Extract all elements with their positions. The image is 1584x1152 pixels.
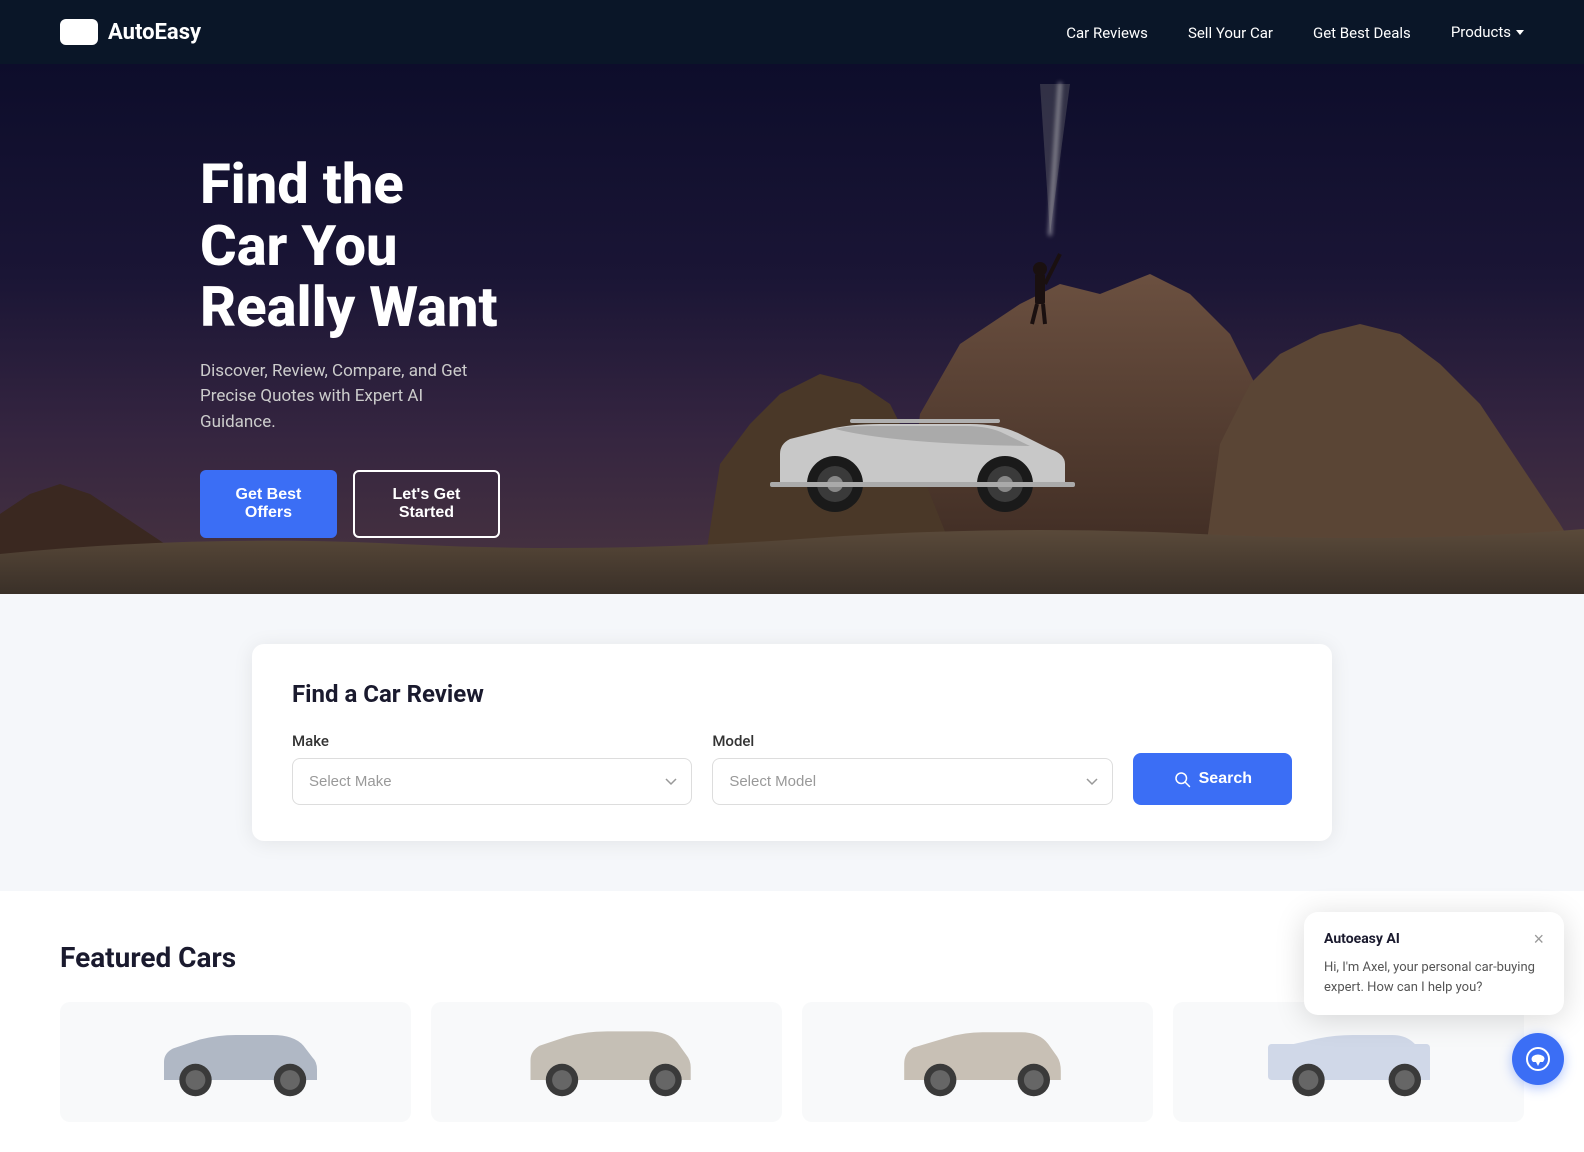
logo-icon	[60, 19, 98, 45]
car-thumbnail-1	[146, 1026, 326, 1098]
car-card-3[interactable]	[802, 1002, 1153, 1122]
navbar: AutoEasy Car Reviews Sell Your Car Get B…	[0, 0, 1584, 64]
chat-close-button[interactable]: ×	[1533, 930, 1544, 948]
get-best-offers-button[interactable]: Get Best Offers	[200, 470, 337, 538]
brand-logo[interactable]: AutoEasy	[60, 19, 201, 45]
chat-widget: Autoeasy AI × Hi, I'm Axel, your persona…	[1304, 912, 1564, 1015]
hero-subtitle: Discover, Review, Compare, and Get Preci…	[200, 359, 500, 436]
nav-links: Car Reviews Sell Your Car Get Best Deals…	[1066, 23, 1524, 42]
chat-message: Hi, I'm Axel, your personal car-buying e…	[1324, 958, 1544, 997]
hero-section: Find the Car You Really Want Discover, R…	[0, 64, 1584, 594]
hero-buttons: Get Best Offers Let's Get Started	[200, 470, 500, 538]
make-select[interactable]: Select Make Toyota Honda Ford BMW Merced…	[292, 758, 692, 805]
model-form-group: Model Select Model Camry Civic F-150	[712, 732, 1112, 805]
get-best-deals-link[interactable]: Get Best Deals	[1313, 24, 1411, 42]
search-card-title: Find a Car Review	[292, 680, 1292, 708]
featured-cars-grid	[60, 1002, 1524, 1122]
nav-item-sell[interactable]: Sell Your Car	[1188, 23, 1273, 42]
car-thumbnail-4	[1259, 1026, 1439, 1098]
sell-your-car-link[interactable]: Sell Your Car	[1188, 24, 1273, 42]
nav-item-products[interactable]: Products	[1451, 23, 1524, 41]
model-label: Model	[712, 732, 1112, 750]
chat-fab-icon	[1525, 1046, 1551, 1072]
lets-get-started-button[interactable]: Let's Get Started	[353, 470, 500, 538]
search-icon	[1173, 770, 1191, 788]
car-thumbnail-3	[888, 1026, 1068, 1098]
chat-header: Autoeasy AI ×	[1324, 930, 1544, 948]
products-link[interactable]: Products	[1451, 23, 1524, 41]
nav-item-car-reviews[interactable]: Car Reviews	[1066, 23, 1148, 42]
car-reviews-link[interactable]: Car Reviews	[1066, 24, 1148, 42]
car-thumbnail-2	[517, 1026, 697, 1098]
search-button[interactable]: Search	[1133, 753, 1292, 805]
nav-item-deals[interactable]: Get Best Deals	[1313, 23, 1411, 42]
search-section: Find a Car Review Make Select Make Toyot…	[0, 594, 1584, 891]
model-select[interactable]: Select Model Camry Civic F-150	[712, 758, 1112, 805]
make-label: Make	[292, 732, 692, 750]
car-card-4[interactable]	[1173, 1002, 1524, 1122]
car-card-2[interactable]	[431, 1002, 782, 1122]
chat-fab-button[interactable]	[1512, 1033, 1564, 1085]
chevron-down-icon	[1516, 30, 1524, 35]
make-form-group: Make Select Make Toyota Honda Ford BMW M…	[292, 732, 692, 805]
car-card-1[interactable]	[60, 1002, 411, 1122]
hero-content: Find the Car You Really Want Discover, R…	[0, 64, 700, 538]
chat-title: Autoeasy AI	[1324, 931, 1400, 947]
brand-name: AutoEasy	[108, 20, 201, 45]
search-card: Find a Car Review Make Select Make Toyot…	[252, 644, 1332, 841]
hero-title: Find the Car You Really Want	[200, 154, 500, 339]
search-form: Make Select Make Toyota Honda Ford BMW M…	[292, 732, 1292, 805]
